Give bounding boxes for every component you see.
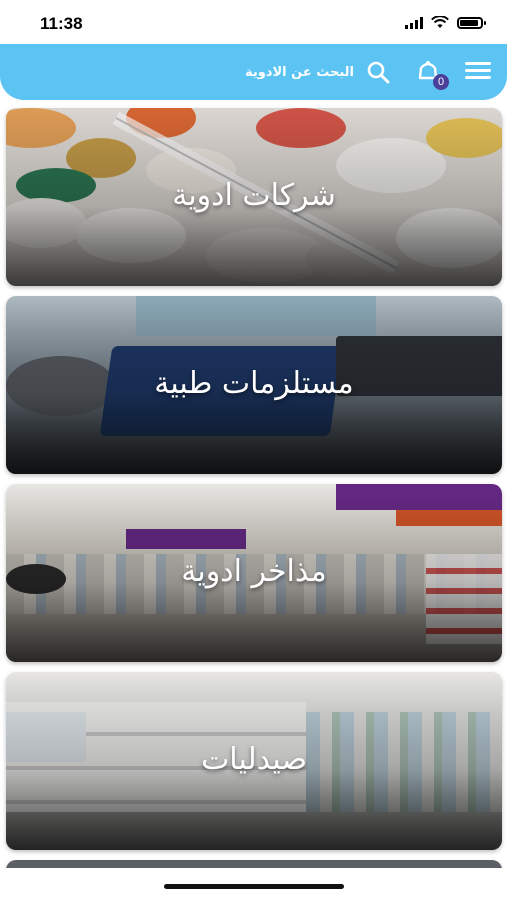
category-card-medical-supplies[interactable]: مستلزمات طبية <box>6 296 502 474</box>
status-time: 11:38 <box>40 14 83 33</box>
search-button[interactable]: البحث عن الادوية <box>220 58 390 86</box>
notch <box>112 0 396 28</box>
signal-icon <box>405 16 423 29</box>
category-card-pharmacies[interactable]: صيدليات <box>6 672 502 850</box>
category-card-drug-warehouses[interactable]: مذاخر ادوية <box>6 484 502 662</box>
search-icon <box>367 61 390 84</box>
status-bar: 11:38 <box>0 0 507 50</box>
wifi-icon <box>431 16 449 28</box>
battery-icon <box>457 16 486 29</box>
menu-icon <box>465 62 491 65</box>
cart-button[interactable]: 0 <box>415 58 449 90</box>
category-title: مذاخر ادوية <box>181 554 327 589</box>
category-list: شركات ادوية مستلزمات طبية مذاخر ادوية صي… <box>6 108 502 892</box>
menu-button[interactable] <box>465 62 491 82</box>
category-card-drug-companies[interactable]: شركات ادوية <box>6 108 502 286</box>
category-title: صيدليات <box>201 742 307 777</box>
category-title: شركات ادوية <box>172 178 336 213</box>
search-label: البحث عن الادوية <box>244 64 354 80</box>
home-indicator <box>164 884 344 889</box>
category-title: مستلزمات طبية <box>154 366 354 401</box>
status-icons <box>405 16 486 29</box>
app-header: 0 البحث عن الادوية <box>0 44 507 100</box>
cart-count-badge: 0 <box>433 74 449 90</box>
